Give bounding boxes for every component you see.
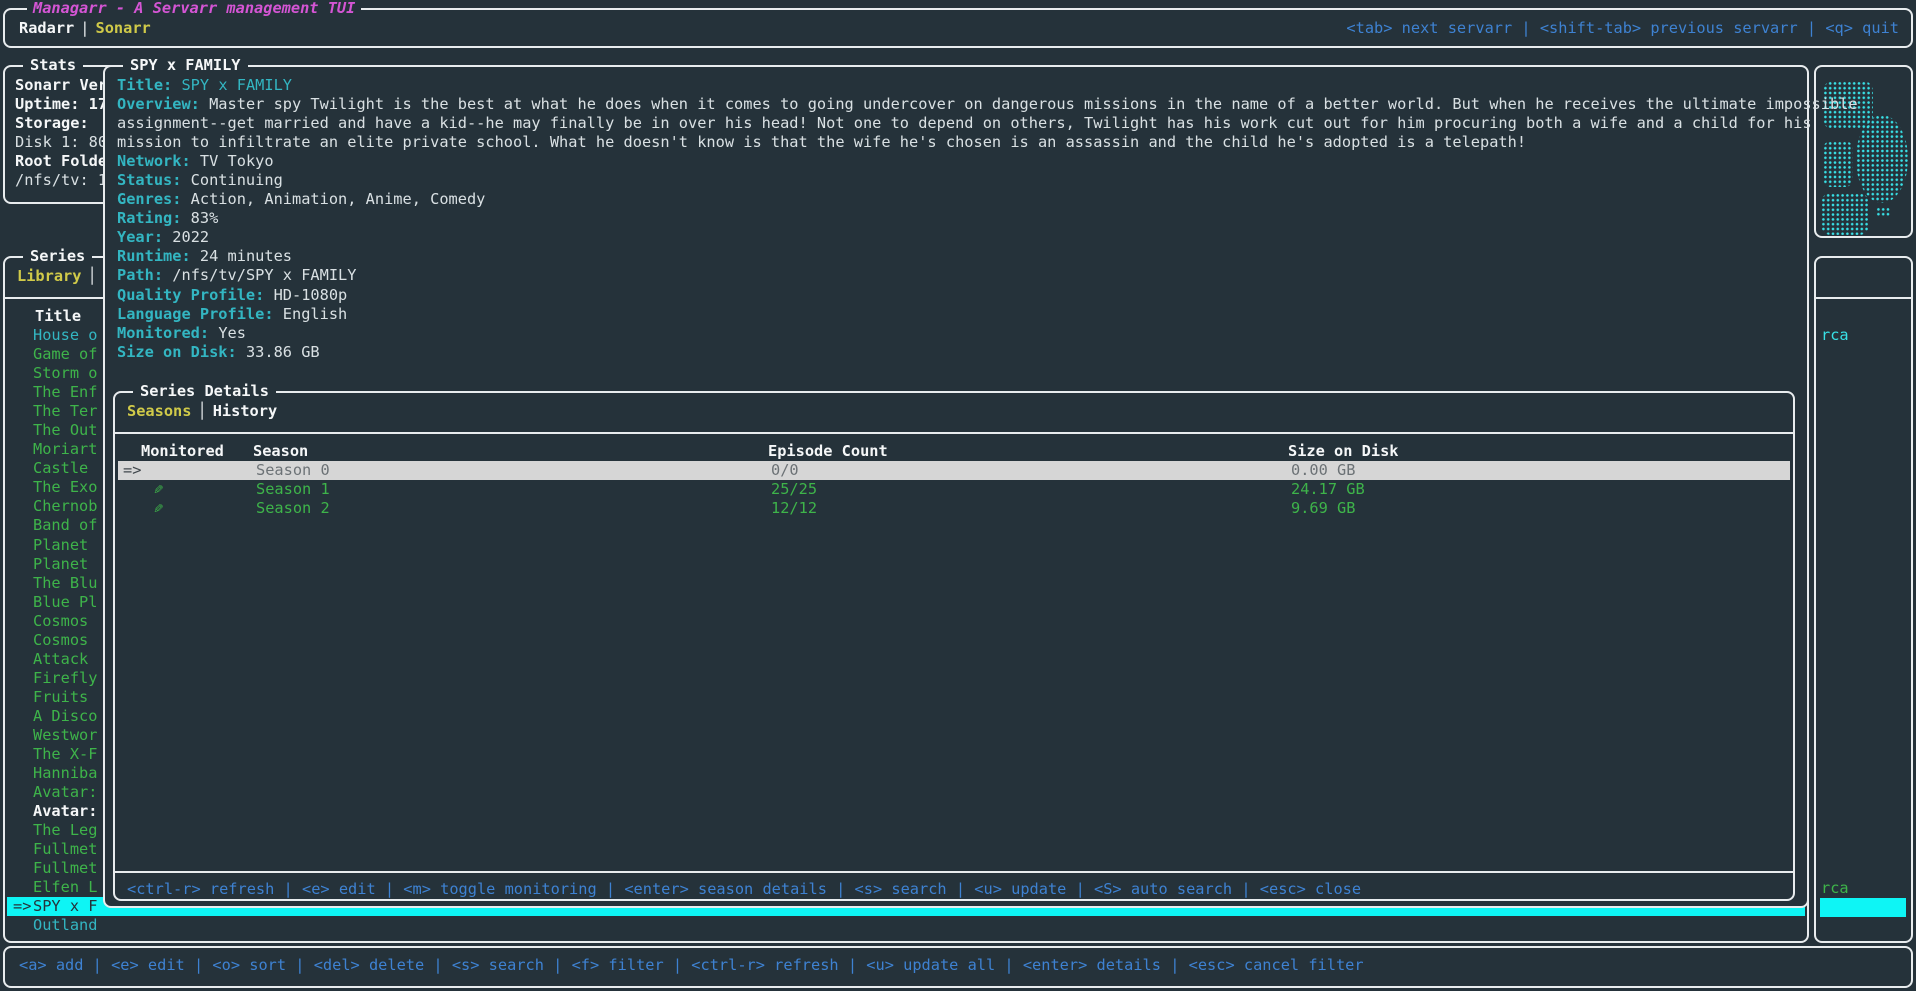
series-details-subpanel: Series Details Seasons│History Monitored… — [113, 391, 1795, 901]
tab-separator: │ — [191, 402, 212, 420]
column-season: Season — [253, 442, 308, 461]
series-field-line: Overview: Master spy Twilight is the bes… — [117, 95, 1801, 114]
series-details-popup: SPY x FAMILY Title: SPY x FAMILY Overvie… — [103, 65, 1809, 908]
logo-dots-icon — [1856, 115, 1908, 203]
popup-title: SPY x FAMILY — [123, 56, 248, 75]
right-background-panel: rca rca — [1814, 256, 1913, 943]
tab-history[interactable]: History — [213, 402, 277, 420]
logo-panel — [1814, 65, 1913, 238]
stats-line: Sonarr Ver — [15, 76, 107, 95]
series-field-line: assignment--get married and have a kid--… — [117, 114, 1801, 133]
monitored-tag-icon: ✎ — [154, 499, 163, 518]
series-field-line: Network: TV Tokyo — [117, 152, 1801, 171]
selected-row-highlight — [1820, 898, 1906, 917]
top-bar-panel: Managarr - A Servarr management TUI Rada… — [3, 8, 1913, 48]
details-panel-title: Series Details — [133, 382, 276, 401]
series-table-title-header: Title — [35, 307, 81, 326]
tab-separator: | — [74, 19, 95, 37]
stats-line: /nfs/tv: 1 — [15, 171, 107, 190]
season-row[interactable]: => ✎ Season 0 0/0 0.00 GB — [118, 461, 1790, 480]
series-fields: Title: SPY x FAMILY Overview: Master spy… — [117, 76, 1801, 362]
season-row[interactable]: ✎ Season 2 12/12 9.69 GB — [118, 499, 1790, 518]
series-panel-title: Series — [23, 247, 92, 266]
series-field-line: Language Profile: English — [117, 305, 1801, 324]
tab-sonarr[interactable]: Sonarr — [95, 19, 150, 37]
divider — [115, 432, 1793, 434]
series-field-line: Rating: 83% — [117, 209, 1801, 228]
seasons-table-header: Monitored Season Episode Count Size on D… — [115, 442, 1793, 461]
series-field-line: mission to infiltrate an elite private s… — [117, 133, 1801, 152]
series-field-line: Size on Disk: 33.86 GB — [117, 343, 1801, 362]
tab-separator: │ — [81, 267, 102, 285]
column-monitored: Monitored — [141, 442, 224, 461]
bottom-keybind-help: <a> add | <e> edit | <o> sort | <del> de… — [19, 956, 1364, 975]
details-tabs: Seasons│History — [127, 402, 277, 421]
top-keybind-help: <tab> next servarr | <shift-tab> previou… — [1346, 19, 1899, 38]
series-field-line: Year: 2022 — [117, 228, 1801, 247]
stats-line: Root Folde — [15, 152, 107, 171]
tab-radarr[interactable]: Radarr — [19, 19, 74, 37]
logo-dots-icon — [1821, 193, 1869, 235]
servarr-tabs: Radarr|Sonarr — [19, 19, 151, 38]
series-field-line: Quality Profile: HD-1080p — [117, 286, 1801, 305]
series-field-line: Genres: Action, Animation, Anime, Comedy — [117, 190, 1801, 209]
monitored-tag-icon: ✎ — [154, 480, 163, 499]
column-episode-count: Episode Count — [768, 442, 888, 461]
terminal-screen: Managarr - A Servarr management TUI Rada… — [0, 0, 1916, 991]
stats-panel-title: Stats — [23, 56, 83, 75]
divider — [115, 871, 1793, 873]
column-size-on-disk: Size on Disk — [1288, 442, 1399, 461]
stats-line: Disk 1: 80 — [15, 133, 107, 152]
series-field-line: Status: Continuing — [117, 171, 1801, 190]
popup-keybind-help: <ctrl-r> refresh | <e> edit | <m> toggle… — [127, 880, 1361, 899]
tab-library[interactable]: Library — [17, 267, 81, 285]
truncated-cell-text: rca — [1821, 879, 1849, 898]
truncated-cell-text: rca — [1821, 326, 1849, 345]
stats-lines: Sonarr Ver Uptime: 17 Storage: Disk 1: 8… — [15, 76, 107, 190]
series-field-line: Title: SPY x FAMILY — [117, 76, 1801, 95]
stats-line: Uptime: 17 — [15, 95, 107, 114]
app-title: Managarr - A Servarr management TUI — [27, 0, 361, 18]
series-field-line: Path: /nfs/tv/SPY x FAMILY — [117, 266, 1801, 285]
series-field-line: Runtime: 24 minutes — [117, 247, 1801, 266]
tab-seasons[interactable]: Seasons — [127, 402, 191, 420]
bottom-bar-panel: <a> add | <e> edit | <o> sort | <del> de… — [3, 946, 1913, 988]
season-row[interactable]: ✎ Season 1 25/25 24.17 GB — [118, 480, 1790, 499]
logo-dots-icon — [1876, 207, 1890, 217]
seasons-table: => ✎ Season 0 0/0 0.00 GB ✎ Season 1 25/… — [118, 461, 1790, 518]
logo-dots-icon — [1823, 141, 1853, 187]
series-tabs: Library│ — [17, 267, 103, 286]
stats-line: Storage: — [15, 114, 107, 133]
series-field-line: Monitored: Yes — [117, 324, 1801, 343]
series-list-item[interactable]: Outland — [7, 916, 1805, 935]
divider — [1816, 297, 1911, 299]
